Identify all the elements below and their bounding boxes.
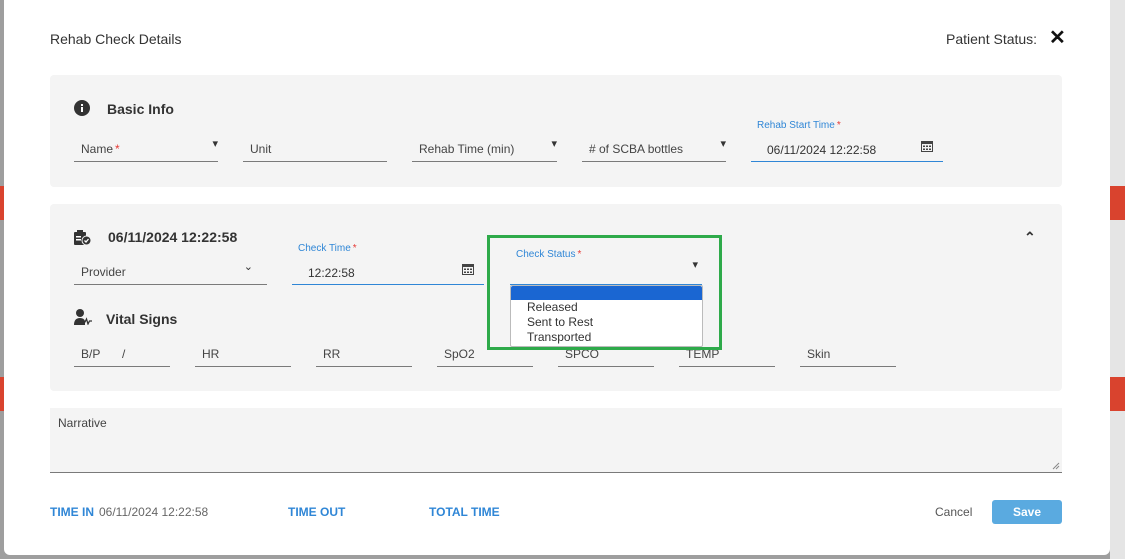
highlight-box <box>487 235 722 350</box>
required-mark: * <box>115 142 120 156</box>
bp-separator: / <box>122 347 126 361</box>
provider-select[interactable]: Provider ⌄ <box>74 256 267 285</box>
save-button[interactable]: Save <box>992 500 1062 524</box>
resize-handle-icon[interactable] <box>1052 462 1060 470</box>
chevron-down-icon: ⌄ <box>243 261 253 273</box>
skin-label: Skin <box>807 347 831 361</box>
spo2-label: SpO2 <box>444 347 475 361</box>
provider-label: Provider <box>81 265 126 279</box>
hr-field[interactable]: HR <box>195 338 291 367</box>
check-time-field[interactable]: Check Time * 12:22:58 <box>292 243 484 285</box>
background-row-highlight <box>1110 377 1125 411</box>
check-time-label: Check Time <box>298 243 351 254</box>
rr-field[interactable]: RR <box>316 338 412 367</box>
calendar-icon[interactable] <box>921 140 933 152</box>
background-row-highlight <box>1110 186 1125 220</box>
total-time-label: TOTAL TIME <box>429 505 500 519</box>
rehab-start-time-field[interactable]: Rehab Start Time * 06/11/2024 12:22:58 <box>751 120 943 162</box>
rehab-time-label: Rehab Time (min) <box>419 142 515 156</box>
calendar-icon[interactable] <box>462 263 474 275</box>
chevron-down-icon: ▾ <box>720 138 726 150</box>
background-page <box>1110 0 1125 559</box>
chevron-down-icon: ▾ <box>551 138 557 150</box>
required-mark: * <box>836 120 841 131</box>
rehab-start-value: 06/11/2024 12:22:58 <box>767 143 877 157</box>
unit-field[interactable]: Unit <box>243 133 387 162</box>
chevron-down-icon: ▾ <box>212 138 218 150</box>
skin-field[interactable]: Skin <box>800 338 896 367</box>
unit-label: Unit <box>250 142 272 156</box>
dialog-title: Rehab Check Details <box>50 31 182 47</box>
rehab-check-dialog: Rehab Check Details Patient Status: ✕ Ba… <box>4 0 1110 555</box>
rehab-time-select[interactable]: Rehab Time (min) ▾ <box>412 133 557 162</box>
bp-label: B/P <box>81 347 101 361</box>
hr-label: HR <box>202 347 220 361</box>
basic-info-panel: Basic Info Name * ▾ Unit Rehab Time (min)… <box>50 75 1062 187</box>
narrative-textarea[interactable]: Narrative <box>50 408 1062 473</box>
scba-label: # of SCBA bottles <box>589 142 684 156</box>
bp-field[interactable]: B/P / <box>74 338 170 367</box>
scba-bottles-select[interactable]: # of SCBA bottles ▾ <box>582 133 726 162</box>
info-icon <box>74 100 90 116</box>
narrative-label: Narrative <box>58 416 107 430</box>
rr-label: RR <box>323 347 341 361</box>
check-time-value: 12:22:58 <box>308 266 355 280</box>
required-mark: * <box>352 243 357 254</box>
time-in-value: 06/11/2024 12:22:58 <box>99 505 209 519</box>
collapse-chevron-up-icon[interactable]: ⌃ <box>1024 229 1036 246</box>
user-heartbeat-icon <box>74 309 92 325</box>
name-label: Name <box>81 142 114 156</box>
time-out-label: TIME OUT <box>288 505 346 519</box>
check-header: 06/11/2024 12:22:58 <box>108 229 238 245</box>
close-icon[interactable]: ✕ <box>1049 28 1066 48</box>
patient-status-label: Patient Status: <box>946 31 1038 47</box>
name-select[interactable]: Name * ▾ <box>74 133 218 162</box>
cancel-button[interactable]: Cancel <box>935 505 972 519</box>
time-in-label: TIME IN <box>50 505 94 519</box>
basic-info-title: Basic Info <box>107 101 174 117</box>
clipboard-check-icon <box>74 230 91 245</box>
vital-signs-title: Vital Signs <box>106 311 178 327</box>
rehab-start-label: Rehab Start Time <box>757 120 835 131</box>
